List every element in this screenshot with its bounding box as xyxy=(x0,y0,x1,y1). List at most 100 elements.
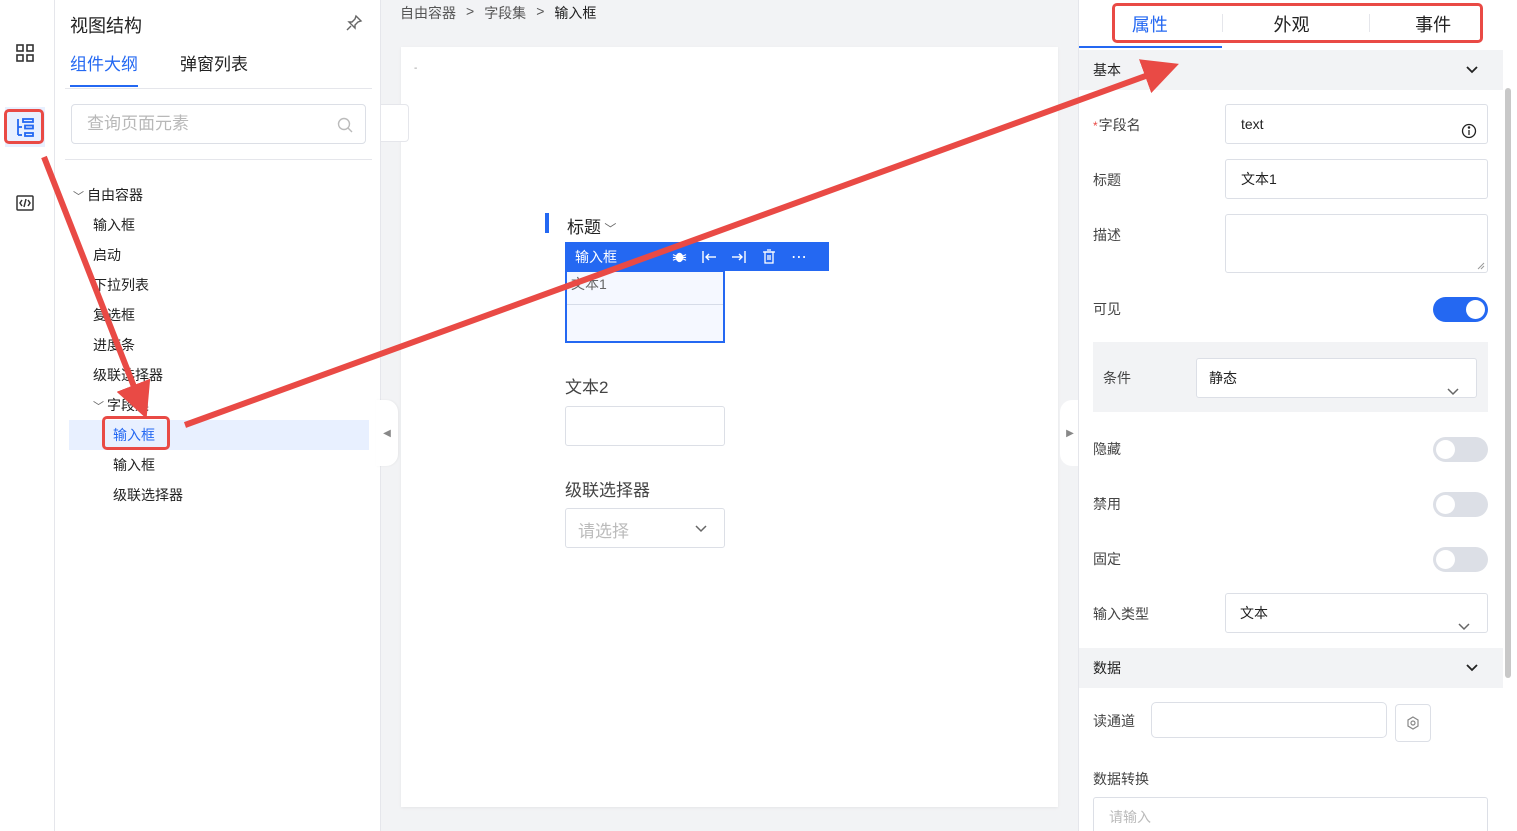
breadcrumb-separator: > xyxy=(466,3,475,19)
condition-box: 条件 静态 xyxy=(1093,342,1488,412)
description-textarea[interactable] xyxy=(1225,214,1488,273)
cascader-placeholder: 请选择 xyxy=(578,522,629,541)
collapse-left-panel-button[interactable]: ◀ xyxy=(376,400,398,466)
caret-right-icon: ▶ xyxy=(1066,427,1074,439)
outline-tabs: 组件大纲 弹窗列表 xyxy=(70,50,248,87)
annotation-box xyxy=(102,416,170,450)
input-type-label: 输入类型 xyxy=(1093,606,1149,622)
fixed-toggle[interactable] xyxy=(1433,547,1488,572)
breadcrumb-item[interactable]: 自由容器 xyxy=(400,3,456,23)
chevron-down-icon xyxy=(1446,373,1460,411)
align-left-icon[interactable] xyxy=(701,250,717,264)
pin-icon[interactable] xyxy=(345,14,363,35)
icon-rail xyxy=(0,0,55,831)
selected-input-component[interactable]: 文本1 xyxy=(565,270,725,343)
trash-icon[interactable] xyxy=(761,249,777,264)
tree-item[interactable]: 启动 xyxy=(69,240,369,270)
visible-label: 可见 xyxy=(1093,301,1121,317)
text-input-field[interactable] xyxy=(565,406,725,446)
title-input[interactable]: 文本1 xyxy=(1225,159,1488,199)
bug-icon[interactable] xyxy=(671,249,687,264)
condition-label: 条件 xyxy=(1103,370,1131,386)
field-label: 文本1 xyxy=(571,276,607,292)
toggle-knob xyxy=(1436,550,1455,569)
chevron-down-icon[interactable]: ﹀ xyxy=(601,222,616,236)
outline-tree: ﹀ 自由容器 输入框 启动 下拉列表 复选框 进度条 级联选择器 ﹀ 字段集 输入框… xyxy=(69,180,369,510)
breadcrumb-separator: > xyxy=(536,3,545,19)
resize-handle-icon[interactable] xyxy=(1477,262,1485,270)
annotation-box xyxy=(1112,3,1483,43)
tree-item[interactable]: 进度条 xyxy=(69,330,369,360)
read-channel-input[interactable] xyxy=(1151,702,1387,738)
tree-item[interactable]: 级联选择器 xyxy=(69,480,369,510)
design-canvas[interactable]: - xyxy=(401,47,1058,807)
section-data[interactable]: 数据 xyxy=(1079,648,1503,688)
breadcrumb-item[interactable]: 字段集 xyxy=(484,3,526,23)
disabled-toggle[interactable] xyxy=(1433,492,1488,517)
chevron-down-icon[interactable] xyxy=(1465,660,1479,676)
section-basic[interactable]: 基本 xyxy=(1079,50,1503,90)
annotation-box xyxy=(4,109,44,144)
read-channel-label: 读通道 xyxy=(1093,713,1135,729)
title-label: 标题 xyxy=(1093,172,1121,188)
data-convert-label: 数据转换 xyxy=(1093,771,1149,787)
input-border xyxy=(567,304,723,305)
fieldset-title[interactable]: 标题 ﹀ xyxy=(567,213,616,238)
grid-icon[interactable] xyxy=(5,33,45,73)
breadcrumb-item-current: 输入框 xyxy=(554,5,597,21)
toggle-knob xyxy=(1466,300,1485,319)
more-icon[interactable]: ⋯ xyxy=(791,247,807,267)
tree-item[interactable]: 输入框 xyxy=(69,450,369,480)
active-tab-indicator xyxy=(1079,46,1222,48)
hidden-label: 隐藏 xyxy=(1093,441,1121,457)
search-box xyxy=(71,104,366,144)
collapse-right-panel-button[interactable]: ▶ xyxy=(1060,400,1080,466)
code-icon[interactable] xyxy=(5,183,45,223)
data-convert-input[interactable]: 请输入 xyxy=(1093,797,1488,831)
channel-settings-button[interactable] xyxy=(1395,704,1431,742)
canvas-marker: - xyxy=(414,63,418,74)
tab-popup-list[interactable]: 弹窗列表 xyxy=(180,50,248,87)
outline-title: 视图结构 xyxy=(70,16,142,36)
tree-item[interactable]: 复选框 xyxy=(69,300,369,330)
chevron-down-icon[interactable]: ﹀ xyxy=(73,182,87,212)
canvas-side-tab xyxy=(381,104,409,142)
field-label: 级联选择器 xyxy=(565,481,650,500)
disabled-label: 禁用 xyxy=(1093,496,1121,512)
tree-item-free-container[interactable]: ﹀ 自由容器 xyxy=(69,180,369,210)
fixed-label: 固定 xyxy=(1093,551,1121,567)
fieldset-title-accent xyxy=(545,213,549,233)
component-toolbar: 输入框 ⋯ xyxy=(565,242,829,271)
description-label: 描述 xyxy=(1093,227,1121,243)
align-right-icon[interactable] xyxy=(731,250,747,264)
condition-select[interactable]: 静态 xyxy=(1196,358,1477,398)
field-name-label: *字段名 xyxy=(1093,117,1141,133)
toggle-knob xyxy=(1436,495,1455,514)
properties-scrollbar[interactable] xyxy=(1504,48,1512,678)
properties-panel: 属性 外观 事件 基本 *字段名 text 标题 文本1 描述 可见 条件 静态 xyxy=(1078,0,1517,831)
field-label: 文本2 xyxy=(565,378,609,397)
field-name-input[interactable]: text xyxy=(1225,104,1488,144)
tree-item[interactable]: 级联选择器 xyxy=(69,360,369,390)
cascader-field[interactable]: 请选择 xyxy=(565,508,725,548)
search-input[interactable] xyxy=(87,114,317,134)
hidden-toggle[interactable] xyxy=(1433,437,1488,462)
tab-component-outline[interactable]: 组件大纲 xyxy=(70,50,138,87)
input-type-select[interactable]: 文本 xyxy=(1225,593,1488,633)
tree-item[interactable]: 输入框 xyxy=(69,210,369,240)
toolbar-component-name: 输入框 xyxy=(575,248,617,265)
chevron-down-icon[interactable] xyxy=(1465,62,1479,78)
chevron-down-icon xyxy=(694,521,708,537)
divider xyxy=(65,88,372,89)
search-icon[interactable] xyxy=(337,117,353,136)
visible-toggle[interactable] xyxy=(1433,297,1488,322)
toggle-knob xyxy=(1436,440,1455,459)
required-mark: * xyxy=(1093,119,1098,133)
scrollbar-thumb[interactable] xyxy=(1505,88,1511,678)
info-icon[interactable] xyxy=(1461,115,1477,153)
settings-icon xyxy=(1407,716,1419,730)
tree-item[interactable]: 下拉列表 xyxy=(69,270,369,300)
chevron-down-icon xyxy=(1457,608,1471,646)
divider xyxy=(65,159,372,160)
breadcrumb: 自由容器 > 字段集 > 输入框 xyxy=(400,3,596,23)
